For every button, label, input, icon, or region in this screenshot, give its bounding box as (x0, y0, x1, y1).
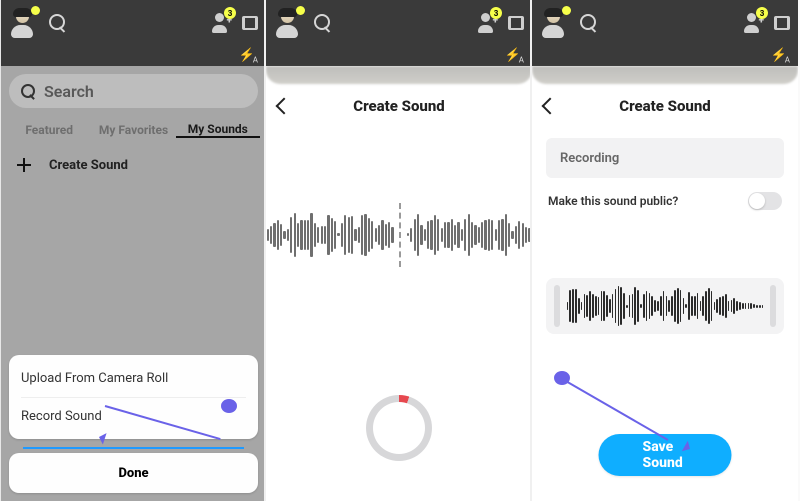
create-sound-header: Create Sound (532, 84, 798, 128)
option-upload-camera-roll[interactable]: Upload From Camera Roll (21, 359, 246, 397)
app-top-bar: + 3 (266, 0, 532, 46)
camera-subbar: ⚡A (532, 46, 798, 66)
profile-avatar[interactable] (272, 8, 302, 38)
sound-name-field[interactable]: Recording (546, 138, 784, 178)
sheet-divider (23, 447, 244, 449)
tab-featured[interactable]: Featured (7, 123, 91, 137)
flip-camera-icon[interactable] (506, 13, 526, 33)
search-icon[interactable] (580, 14, 598, 32)
profile-avatar[interactable] (7, 8, 37, 38)
back-icon[interactable] (276, 98, 293, 115)
tab-my-sounds[interactable]: My Sounds (176, 122, 260, 138)
sound-name-value: Recording (560, 151, 619, 166)
add-friend-icon[interactable]: + 3 (742, 13, 764, 33)
back-icon[interactable] (542, 98, 559, 115)
trim-handle-right[interactable] (770, 285, 776, 327)
friend-request-badge: 3 (756, 7, 768, 19)
save-sound-button[interactable]: Save Sound (599, 434, 732, 476)
create-sound-row[interactable]: Create Sound (1, 144, 266, 186)
make-public-toggle[interactable] (748, 192, 782, 210)
panel-save-sound: + 3 ⚡A Create Sound Recording Make this … (532, 0, 798, 501)
plus-icon (15, 156, 33, 174)
friend-request-badge: 3 (490, 7, 502, 19)
flip-camera-icon[interactable] (240, 13, 260, 33)
flash-icon[interactable]: ⚡A (239, 48, 256, 65)
action-sheet-done-button[interactable]: Done (9, 453, 258, 493)
camera-subbar: ⚡A (1, 46, 266, 66)
create-sound-header: Create Sound (266, 84, 532, 128)
flash-icon[interactable]: ⚡A (505, 48, 522, 65)
app-top-bar: + 3 (532, 0, 798, 46)
search-icon[interactable] (314, 14, 332, 32)
option-record-sound[interactable]: Record Sound (21, 397, 246, 435)
recorded-waveform-trimmer[interactable] (546, 278, 784, 334)
tutorial-screenshot-row: + 3 ⚡A Search Featured My Favorites My S… (0, 0, 800, 501)
action-sheet: Upload From Camera Roll Record Sound Don… (9, 355, 258, 493)
live-waveform (266, 200, 532, 270)
make-public-label: Make this sound public? (548, 194, 678, 208)
add-friend-icon[interactable]: + 3 (476, 13, 498, 33)
friend-request-badge: 3 (224, 7, 236, 19)
panel-create-sound-recording: + 3 ⚡A Create Sound (266, 0, 532, 501)
record-progress-ring (366, 395, 432, 461)
record-button[interactable] (366, 395, 432, 461)
camera-subbar: ⚡A (266, 46, 532, 66)
search-icon (21, 84, 36, 99)
avatar-notification-dot (31, 6, 40, 15)
save-sound-label: Save Sound (643, 439, 688, 471)
flip-camera-icon[interactable] (772, 13, 792, 33)
page-title: Create Sound (619, 97, 710, 115)
flash-icon[interactable]: ⚡A (771, 48, 788, 65)
create-sound-label: Create Sound (49, 158, 128, 173)
tab-favorites[interactable]: My Favorites (91, 123, 175, 137)
avatar-notification-dot (296, 6, 305, 15)
search-placeholder: Search (44, 82, 94, 101)
make-public-row: Make this sound public? (546, 178, 784, 224)
page-title: Create Sound (353, 97, 444, 115)
add-friend-icon[interactable]: + 3 (210, 13, 232, 33)
sounds-search-field[interactable]: Search (9, 74, 258, 108)
app-top-bar: + 3 (1, 0, 266, 46)
search-icon[interactable] (49, 14, 67, 32)
sounds-tabs: Featured My Favorites My Sounds (1, 116, 266, 144)
panel-sounds-sheet: + 3 ⚡A Search Featured My Favorites My S… (0, 0, 266, 501)
avatar-notification-dot (562, 6, 571, 15)
action-sheet-options: Upload From Camera Roll Record Sound (9, 355, 258, 439)
profile-avatar[interactable] (538, 8, 568, 38)
